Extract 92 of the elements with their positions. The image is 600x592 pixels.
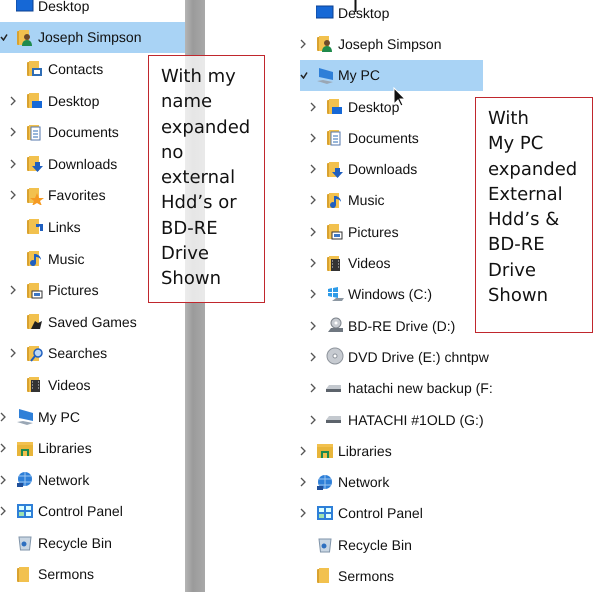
music-folder-icon: [26, 249, 44, 268]
chevron-right-icon[interactable]: [310, 132, 316, 143]
desktop-folder-icon: [326, 97, 344, 116]
tree-item[interactable]: Windows (C:): [300, 278, 436, 310]
chevron-right-icon[interactable]: [310, 195, 316, 206]
chevron-right-icon[interactable]: [310, 164, 316, 174]
user-folder-icon: [16, 28, 34, 47]
chevron-right-icon[interactable]: [310, 289, 316, 300]
tree-item[interactable]: My PC: [300, 60, 483, 91]
pictures-folder-icon: [26, 280, 44, 300]
disc-icon: [326, 347, 344, 366]
control-panel-icon: [16, 502, 34, 521]
computer-icon: [316, 66, 334, 85]
chevron-right-icon[interactable]: [310, 414, 316, 424]
chevron-right-icon[interactable]: [300, 508, 306, 518]
tree-item[interactable]: DVD Drive (E:) chntpw: [300, 341, 493, 373]
chevron-right-icon[interactable]: [310, 352, 316, 362]
chevron-down-icon[interactable]: [0, 34, 8, 41]
computer-icon: [16, 407, 34, 426]
tree-item[interactable]: Desktop: [0, 0, 94, 22]
chevron-right-icon[interactable]: [300, 38, 306, 49]
tree-item[interactable]: Music: [0, 242, 89, 274]
tree-item[interactable]: Joseph Simpson: [0, 22, 185, 54]
tree-item[interactable]: Documents: [300, 122, 423, 154]
tree-item[interactable]: Saved Games: [0, 306, 141, 338]
tree-item[interactable]: Sermons: [0, 558, 98, 590]
tree-item[interactable]: Recycle Bin: [0, 527, 116, 559]
network-icon: [16, 470, 34, 490]
chevron-right-icon[interactable]: [310, 102, 316, 112]
chevron-right-icon[interactable]: [10, 348, 16, 358]
drive-icon: [326, 416, 341, 423]
chevron-right-icon[interactable]: [0, 412, 6, 422]
favorites-folder-icon: [26, 186, 44, 205]
chevron-right-icon[interactable]: [0, 443, 6, 454]
tree-item[interactable]: Pictures: [300, 216, 403, 248]
chevron-right-icon[interactable]: [10, 96, 16, 106]
tree-item[interactable]: Joseph Simpson: [300, 28, 446, 60]
tree-item[interactable]: Contacts: [0, 53, 108, 85]
tree-item[interactable]: Desktop: [300, 0, 394, 28]
tree-item[interactable]: Videos: [0, 369, 95, 401]
games-folder-icon: [26, 312, 44, 332]
desktop-folder-icon: [26, 91, 44, 110]
tree-item[interactable]: My PC: [0, 400, 84, 432]
tree-item[interactable]: HATACHI #1OLD (G:): [300, 404, 488, 436]
tree-item[interactable]: Links: [0, 211, 85, 243]
annotation-note: With my name expanded no external Hdd’s or BD-RE Drive Shown: [148, 55, 265, 303]
tree-item[interactable]: Desktop: [0, 84, 104, 116]
chevron-right-icon[interactable]: [310, 383, 316, 394]
tree-item[interactable]: Documents: [0, 116, 123, 148]
tree-item[interactable]: Network: [300, 466, 394, 498]
chevron-down-icon[interactable]: [300, 72, 308, 79]
links-folder-icon: [26, 217, 44, 236]
user-folder-icon: [316, 34, 334, 54]
downloads-folder-icon: [26, 154, 44, 174]
tree-item[interactable]: BD-RE Drive (D:): [300, 310, 460, 342]
windows-drive-icon: [326, 284, 344, 304]
libraries-icon: [316, 441, 334, 460]
chevron-right-icon[interactable]: [10, 190, 16, 200]
tree-item[interactable]: Libraries: [0, 432, 96, 464]
chevron-right-icon[interactable]: [10, 158, 16, 169]
chevron-right-icon[interactable]: [10, 285, 16, 296]
tree-item[interactable]: Recycle Bin: [300, 529, 416, 560]
contacts-folder-icon: [26, 59, 44, 78]
tree-item[interactable]: Libraries: [300, 435, 396, 466]
tree-item[interactable]: Network: [0, 464, 94, 496]
downloads-folder-icon: [326, 160, 344, 179]
chevron-right-icon[interactable]: [310, 258, 316, 268]
tree-item[interactable]: Control Panel: [0, 496, 127, 528]
chevron-right-icon[interactable]: [0, 506, 6, 516]
pictures-folder-icon: [326, 222, 344, 242]
tree-item[interactable]: Searches: [0, 338, 112, 370]
chevron-right-icon[interactable]: [0, 474, 6, 485]
tree-item[interactable]: Control Panel: [300, 498, 427, 530]
control-panel-icon: [316, 504, 334, 523]
music-folder-icon: [326, 190, 344, 210]
tree-item[interactable]: Favorites: [0, 180, 110, 212]
annotation-note: With My PC expanded External Hdd’s & BD-RE Drive Shown: [475, 97, 593, 333]
tree-item[interactable]: Downloads: [300, 153, 422, 185]
tree-item[interactable]: Videos: [300, 247, 395, 279]
drive-icon: [326, 384, 341, 392]
chevron-right-icon[interactable]: [300, 477, 306, 488]
search-folder-icon: [26, 344, 44, 363]
tree-item[interactable]: hatachi new backup (F:: [300, 372, 497, 404]
chevron-right-icon[interactable]: [310, 226, 316, 237]
tree-item[interactable]: Downloads: [0, 148, 122, 180]
chevron-right-icon[interactable]: [10, 127, 16, 138]
tree-item[interactable]: Pictures: [0, 274, 103, 306]
network-icon: [316, 472, 334, 492]
tree-item[interactable]: Music: [300, 184, 389, 216]
chevron-right-icon[interactable]: [310, 320, 316, 331]
chevron-right-icon[interactable]: [300, 446, 306, 456]
tree-item[interactable]: Sermons: [300, 560, 398, 592]
